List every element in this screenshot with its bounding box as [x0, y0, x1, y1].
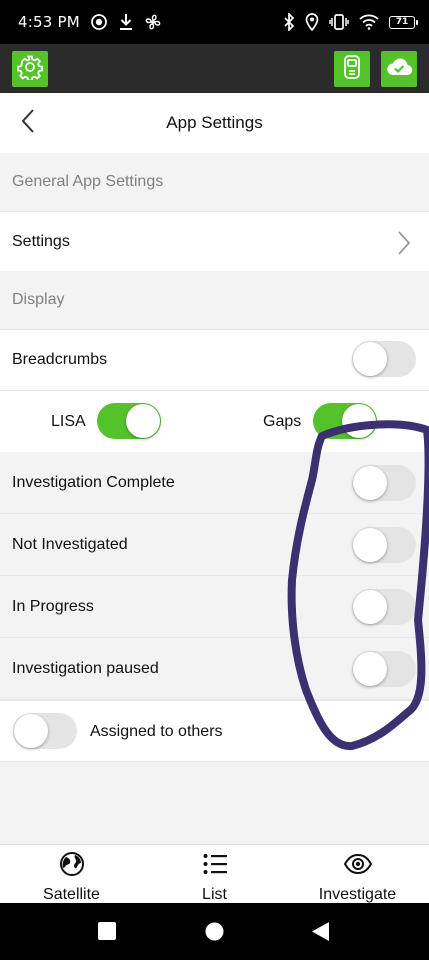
filter-row-not-investigated: Not Investigated	[0, 514, 429, 576]
investigation-paused-toggle[interactable]	[352, 651, 416, 687]
breadcrumbs-label: Breadcrumbs	[12, 350, 108, 368]
gaps-toggle[interactable]	[313, 403, 377, 439]
toggle-knob	[353, 342, 387, 376]
section-header-display: Display	[0, 271, 429, 329]
empty-area	[0, 762, 429, 844]
circle-icon	[205, 922, 224, 945]
system-nav-bar	[0, 903, 429, 960]
assigned-label: Assigned to others	[90, 723, 223, 740]
bluetooth-icon	[283, 13, 295, 31]
battery-icon: 71	[389, 15, 418, 29]
settings-label: Settings	[12, 232, 70, 250]
assigned-toggle[interactable]	[13, 713, 77, 749]
device-icon	[341, 54, 363, 85]
list-icon	[202, 851, 228, 882]
nav-investigate[interactable]: Investigate	[286, 845, 429, 903]
recents-button[interactable]	[98, 922, 116, 945]
wifi-icon	[359, 14, 379, 30]
status-time: 4:53 PM	[18, 13, 80, 31]
filter-row-in-progress: In Progress	[0, 576, 429, 638]
screen-record-icon	[90, 13, 108, 31]
in-progress-toggle[interactable]	[352, 589, 416, 625]
chevron-left-icon	[20, 108, 36, 139]
lisa-label: LISA	[51, 413, 86, 430]
bottom-nav: Satellite List Investigate	[0, 844, 429, 903]
filter-row-investigation-complete: Investigation Complete	[0, 452, 429, 514]
toggle-knob	[353, 466, 387, 500]
filter-label: Investigation Complete	[12, 473, 175, 491]
back-button[interactable]	[14, 108, 42, 139]
chevron-right-icon	[397, 230, 411, 261]
not-investigated-toggle[interactable]	[352, 527, 416, 563]
nav-label-list: List	[202, 886, 227, 903]
square-icon	[98, 922, 116, 944]
home-button[interactable]	[205, 922, 224, 946]
lisa-toggle[interactable]	[97, 403, 161, 439]
location-icon	[305, 13, 319, 31]
filter-label: Investigation paused	[12, 659, 159, 677]
fan-icon	[144, 13, 162, 31]
toggle-knob	[353, 590, 387, 624]
page-title: App Settings	[166, 113, 263, 132]
nav-label-satellite: Satellite	[43, 886, 100, 903]
gaps-label: Gaps	[263, 413, 302, 430]
lisa-gaps-row: LISA Gaps	[0, 390, 429, 452]
vibrate-icon	[329, 13, 349, 31]
filter-row-investigation-paused: Investigation paused	[0, 638, 429, 700]
section-header-general: General App Settings	[0, 153, 429, 211]
breadcrumbs-row: Breadcrumbs	[0, 329, 429, 389]
investigation-complete-toggle[interactable]	[352, 465, 416, 501]
nav-label-investigate: Investigate	[318, 886, 397, 903]
battery-level: 71	[395, 17, 409, 27]
settings-row[interactable]: Settings	[0, 211, 429, 271]
back-nav-button[interactable]	[311, 921, 330, 947]
breadcrumbs-toggle[interactable]	[352, 341, 416, 377]
triangle-back-icon	[311, 922, 330, 946]
nav-satellite[interactable]: Satellite	[0, 845, 143, 903]
cloud-check-icon	[385, 56, 413, 83]
eye-icon	[343, 851, 373, 882]
toggle-knob	[353, 652, 387, 686]
status-bar: 4:53 PM 71	[0, 0, 429, 44]
filter-label: Not Investigated	[12, 535, 128, 553]
assigned-row: Assigned to others	[0, 700, 429, 762]
app-toolbar	[0, 44, 429, 93]
nav-list[interactable]: List	[143, 845, 286, 903]
globe-icon	[59, 851, 85, 882]
filter-label: In Progress	[12, 597, 94, 615]
download-icon	[118, 13, 134, 31]
toggle-knob	[126, 404, 160, 438]
section-label-display: Display	[12, 291, 65, 308]
toggle-knob	[353, 528, 387, 562]
toggle-knob	[342, 404, 376, 438]
gear-icon	[16, 54, 43, 85]
gear-button[interactable]	[12, 51, 48, 87]
toggle-knob	[14, 714, 48, 748]
device-button[interactable]	[334, 51, 370, 87]
cloud-sync-button[interactable]	[381, 51, 417, 87]
page-header: App Settings	[0, 93, 429, 153]
section-label-general: General App Settings	[12, 173, 164, 190]
